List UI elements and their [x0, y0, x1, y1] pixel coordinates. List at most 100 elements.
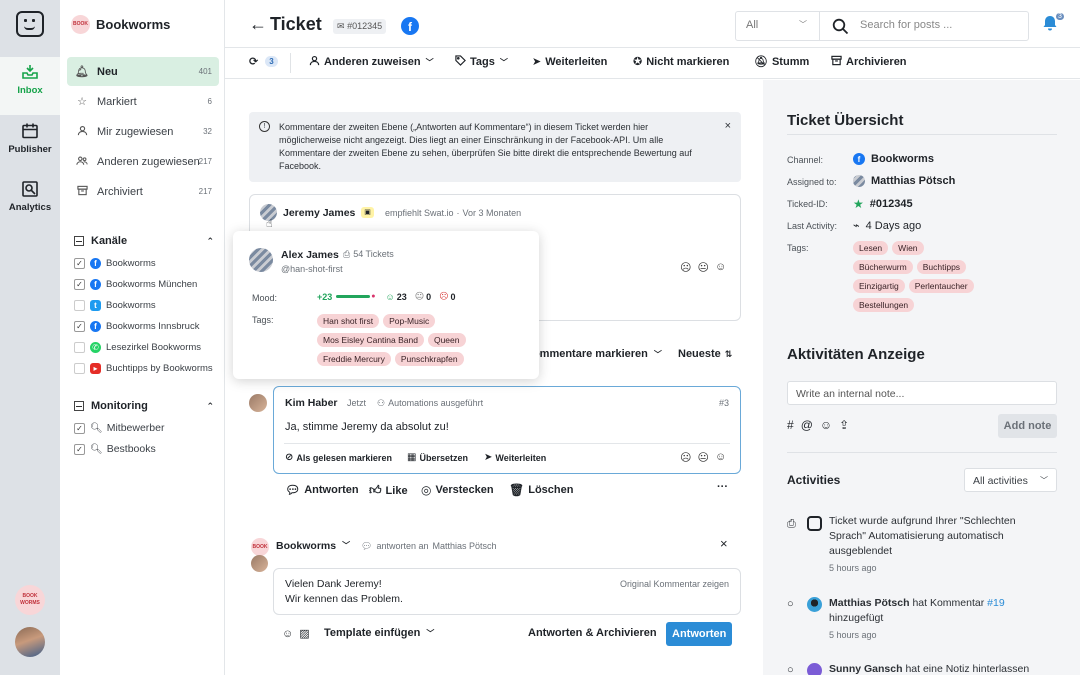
close-icon[interactable]: ×: [720, 536, 728, 551]
tag-chip[interactable]: Freddie Mercury: [317, 352, 391, 366]
delete-action[interactable]: 🗑︎ Löschen: [509, 483, 573, 497]
tag-chip[interactable]: Bücherwurm: [853, 260, 913, 274]
neutral-face-icon[interactable]: 😐︎: [697, 451, 708, 464]
forward-button[interactable]: ➤ Weiterleiten: [532, 55, 607, 69]
show-original-link[interactable]: Original Kommentar zeigen: [620, 579, 729, 589]
brand-avatar[interactable]: BOOK WORMS: [15, 585, 45, 615]
app-logo-icon[interactable]: [16, 11, 44, 37]
channel-item[interactable]: ▸ Buchtipps by Bookworms: [74, 360, 216, 376]
reply-action[interactable]: 💬︎ Antworten: [285, 483, 359, 497]
composer-account: Bookworms: [276, 540, 337, 552]
workspace-name[interactable]: Bookworms: [96, 17, 170, 32]
archive-button[interactable]: Archivieren: [831, 55, 907, 69]
monitoring-section-header[interactable]: Monitoring ⌃: [74, 400, 214, 412]
user-avatar[interactable]: [15, 627, 45, 657]
tag-chip[interactable]: Lesen: [853, 241, 889, 255]
mark-comments-button[interactable]: Kommentare markieren ﹀: [525, 348, 662, 360]
reply-archive-button[interactable]: Antworten & Archivieren: [528, 627, 657, 639]
upload-icon[interactable]: ⇪: [839, 418, 849, 432]
sidebar-item-archiviert[interactable]: Archiviert 217: [67, 177, 219, 206]
checkbox[interactable]: ✓: [74, 422, 85, 434]
tag-chip[interactable]: Queen: [427, 333, 466, 347]
translate-button[interactable]: ▦ Übersetzen: [407, 452, 468, 463]
checkbox[interactable]: [74, 299, 85, 311]
filter-select[interactable]: All ﹀: [736, 12, 820, 40]
chevron-down-icon: ﹀: [653, 349, 662, 359]
checkbox[interactable]: [74, 362, 85, 374]
unmark-button[interactable]: ✪ Nicht markieren: [633, 55, 729, 69]
happy-face-icon[interactable]: ☺: [715, 261, 726, 274]
sidebar-item-anderen-zugewiesen[interactable]: Anderen zugewiesen 217: [67, 147, 219, 176]
tag-chip[interactable]: Einzigartig: [853, 279, 905, 293]
sidebar-item-neu[interactable]: 🔔︎ Neu 401: [67, 57, 219, 86]
replying-to-name[interactable]: Matthias Pötsch: [432, 541, 496, 552]
composer-text[interactable]: Vielen Dank Jeremy! Wir kennen das Probl…: [285, 577, 403, 607]
rail-inbox-label: Inbox: [17, 85, 43, 96]
post-author[interactable]: Jeremy James: [283, 207, 355, 219]
reply-button[interactable]: Antworten: [666, 622, 733, 646]
hashtag-icon[interactable]: #: [787, 418, 794, 432]
mute-button[interactable]: 🔕︎ Stumm: [754, 55, 809, 69]
archive-label: Archivieren: [846, 56, 907, 68]
tag-chip[interactable]: Punschkrapfen: [394, 352, 464, 366]
checkbox[interactable]: ✓: [74, 443, 85, 455]
image-icon[interactable]: ▨: [299, 627, 309, 640]
mention-icon[interactable]: @: [801, 418, 813, 432]
back-arrow-icon[interactable]: ←: [249, 14, 267, 35]
tag-chip[interactable]: Wien: [892, 241, 924, 255]
channels-section-header[interactable]: Kanäle ⌃: [74, 235, 214, 247]
tag-chip[interactable]: Pop-Music: [383, 314, 436, 328]
channel-item[interactable]: t Bookworms: [74, 297, 216, 313]
tag-chip[interactable]: Perlentaucher: [908, 279, 974, 293]
activity-actor[interactable]: Sunny Gansch: [829, 663, 903, 675]
channel-item[interactable]: ✓ f Bookworms München: [74, 276, 216, 292]
add-note-button[interactable]: Add note: [998, 414, 1057, 438]
channel-item[interactable]: ✆ Lesezirkel Bookworms: [74, 339, 216, 355]
assign-others-button[interactable]: Anderen zuweisen ﹀: [309, 55, 434, 69]
checkbox[interactable]: ✓: [74, 257, 85, 269]
tag-chip[interactable]: Buchtipps: [916, 260, 967, 274]
neutral-face-icon[interactable]: 😐︎: [697, 261, 708, 274]
happy-face-icon[interactable]: ☺: [715, 451, 726, 464]
channel-item[interactable]: ✓ f Bookworms: [74, 255, 216, 271]
composer-account-select[interactable]: Bookworms ﹀: [276, 540, 350, 552]
hide-action[interactable]: ◎ Verstecken: [421, 483, 494, 497]
sidebar-item-mir-zugewiesen[interactable]: Mir zugewiesen 32: [67, 117, 219, 146]
checkbox[interactable]: [74, 341, 85, 353]
tag-chip[interactable]: Mos Eisley Cantina Band: [317, 333, 424, 347]
rail-inbox[interactable]: Inbox: [0, 57, 60, 115]
search-input[interactable]: Search for posts ...: [860, 19, 952, 31]
checkbox[interactable]: ✓: [74, 278, 85, 290]
sad-face-icon[interactable]: ☹: [680, 261, 691, 274]
activity-ref-link[interactable]: #19: [987, 597, 1005, 609]
sad-face-icon[interactable]: ☹: [680, 451, 691, 464]
close-icon[interactable]: ×: [725, 120, 731, 133]
channel-item[interactable]: ✓ f Bookworms Innsbruck: [74, 318, 216, 334]
mark-read-button[interactable]: ⊘ Als gelesen markieren: [285, 452, 392, 463]
tags-button[interactable]: Tags ﹀: [455, 55, 508, 69]
emoji-icon[interactable]: ☺: [282, 628, 293, 640]
sync-button[interactable]: ⟳ 3: [249, 55, 278, 68]
composer-textarea[interactable]: Vielen Dank Jeremy! Wir kennen das Probl…: [273, 568, 741, 615]
tag-chip[interactable]: Han shot first: [317, 314, 380, 328]
comment-author[interactable]: Kim Haber: [285, 397, 338, 409]
sidebar-item-markiert[interactable]: ☆ Markiert 6: [67, 87, 219, 116]
avatar[interactable]: [249, 394, 267, 412]
activity-actor[interactable]: Matthias Pötsch: [829, 597, 910, 609]
checkbox[interactable]: ✓: [74, 320, 85, 332]
template-button[interactable]: Template einfügen ﹀: [324, 627, 434, 639]
forward-comment-button[interactable]: ➤ Weiterleiten: [484, 452, 546, 463]
emoji-icon[interactable]: ☺: [820, 418, 832, 432]
activities-filter[interactable]: All activities ﹀: [964, 468, 1057, 492]
like-action[interactable]: 👍︎ Like: [369, 483, 408, 498]
archive-icon: [75, 185, 89, 199]
monitoring-item[interactable]: ✓ 🔍︎ Bestbooks: [74, 441, 216, 457]
note-input[interactable]: Write an internal note...: [787, 381, 1057, 405]
assigned-value[interactable]: Matthias Pötsch: [853, 175, 955, 187]
more-icon[interactable]: ···: [717, 481, 728, 493]
tag-chip[interactable]: Bestellungen: [853, 298, 915, 312]
monitoring-item[interactable]: ✓ 🔍︎ Mitbewerber: [74, 420, 216, 436]
rail-publisher[interactable]: Publisher: [0, 116, 60, 174]
rail-analytics[interactable]: Analytics: [0, 174, 60, 232]
sort-button[interactable]: Neueste ⇅: [678, 348, 732, 360]
